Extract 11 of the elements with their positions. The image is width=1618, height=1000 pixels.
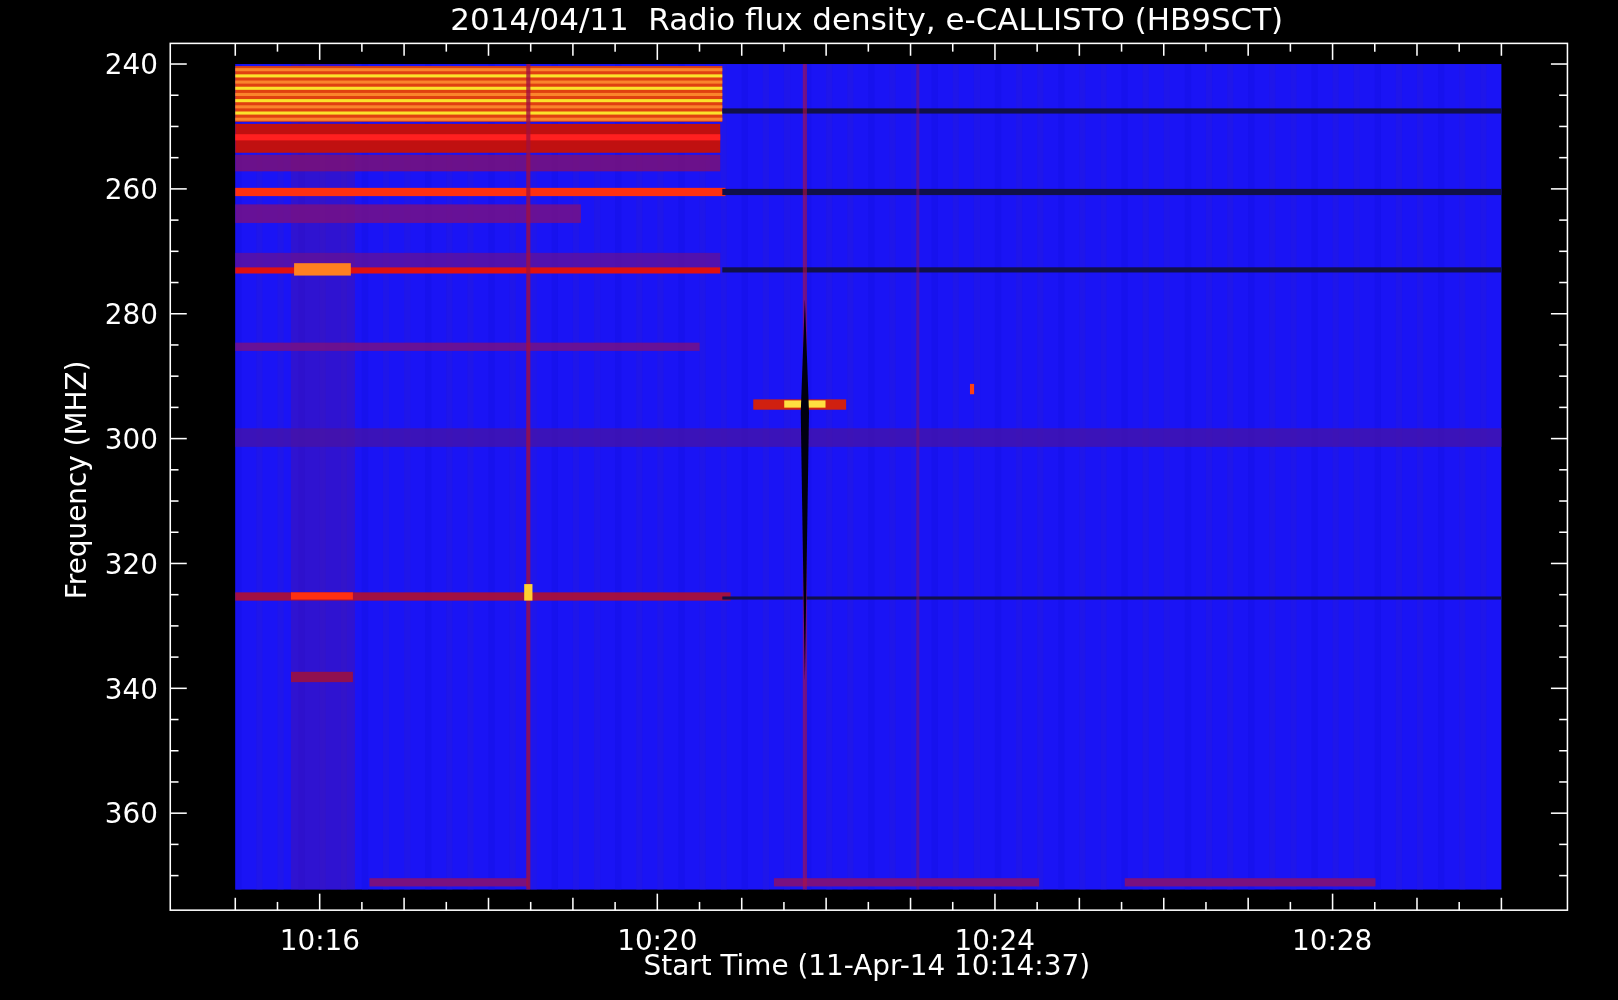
x-tick-label: 10:16 xyxy=(279,924,361,958)
y-tick-label: 280 xyxy=(104,298,158,332)
y-tick-label: 300 xyxy=(104,422,158,456)
y-axis-title: Frequency (MHZ) xyxy=(59,360,93,600)
y-tick-label: 260 xyxy=(104,173,158,207)
y-tick-label: 320 xyxy=(104,547,158,581)
y-tick-label: 240 xyxy=(104,48,158,82)
x-tick-label: 10:28 xyxy=(1292,924,1373,958)
chart-title: 2014/04/11 Radio flux density, e-CALLISTO (HB9SCT) xyxy=(450,1,1284,37)
y-tick-label: 340 xyxy=(104,672,158,706)
y-tick-label: 360 xyxy=(104,797,158,831)
